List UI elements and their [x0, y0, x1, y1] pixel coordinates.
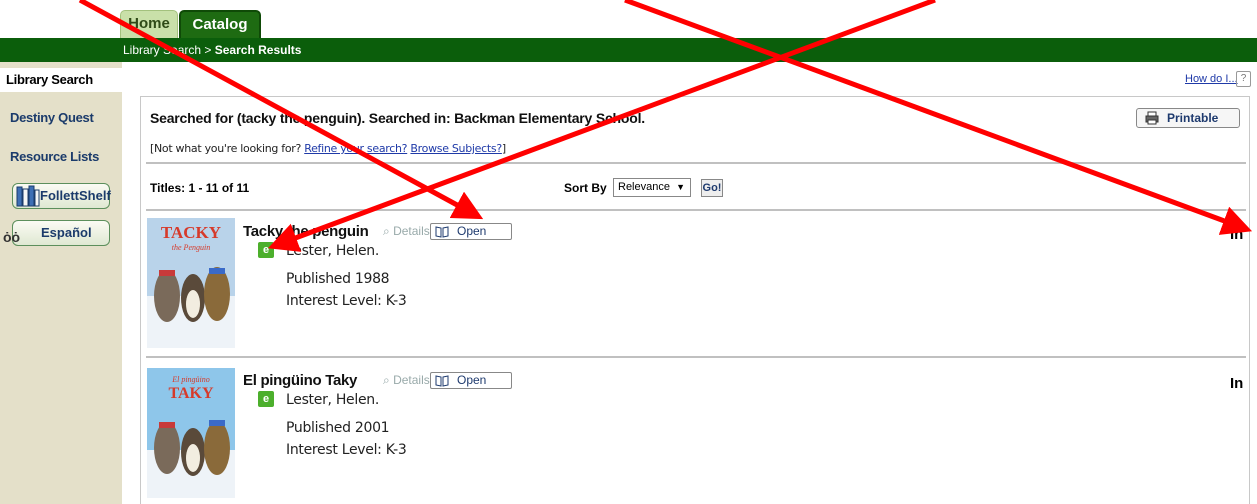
espanol-label: Español: [41, 225, 92, 240]
open-book-icon: [435, 375, 449, 387]
printer-icon: [1145, 111, 1159, 125]
published-date: Published 2001: [286, 420, 390, 436]
ebook-icon: e: [258, 242, 274, 258]
details-button[interactable]: ⌕ Details: [383, 223, 430, 240]
magnifier-icon: ⌕: [383, 224, 390, 238]
follettshelf-button[interactable]: FollettShelf: [12, 183, 111, 209]
magnifier-icon: ⌕: [383, 373, 390, 387]
author: Lester, Helen.: [286, 392, 379, 408]
dropdown-arrow-icon: ▼: [676, 182, 685, 192]
book-cover-image[interactable]: TACKY the Penguin: [147, 218, 235, 348]
tab-home[interactable]: Home: [120, 10, 178, 38]
glasses-icon: ȯȯ: [3, 229, 21, 245]
divider: [146, 209, 1246, 211]
refine-hint-close: ]: [501, 142, 506, 155]
book-title-link[interactable]: Tacky the penguin: [243, 223, 369, 240]
author: Lester, Helen.: [286, 243, 379, 259]
sidebar-item-destiny-quest[interactable]: Destiny Quest: [0, 110, 122, 125]
espanol-button[interactable]: ȯȯ Español: [3, 220, 110, 246]
details-button[interactable]: ⌕ Details: [383, 372, 430, 389]
book-title-link[interactable]: El pingüino Taky: [243, 372, 357, 389]
cover-subtitle: the Penguin: [172, 243, 210, 252]
sidebar: Library Search Destiny Quest Resource Li…: [0, 62, 124, 504]
availability-status: In: [1230, 375, 1244, 392]
details-label: Details: [393, 224, 430, 238]
tab-catalog[interactable]: Catalog: [179, 10, 261, 38]
cover-title: TACKY: [161, 223, 221, 242]
breadcrumb: Library Search > Search Results: [123, 43, 301, 57]
search-heading: Searched for (tacky the penguin). Search…: [150, 110, 645, 126]
breadcrumb-library-search[interactable]: Library Search: [123, 43, 201, 57]
details-label: Details: [393, 373, 430, 387]
sort-by-label: Sort By: [564, 181, 607, 195]
interest-level: Interest Level: K-3: [286, 442, 407, 458]
breadcrumb-separator: >: [204, 43, 212, 57]
book-cover-image[interactable]: El pingüino TAKY: [147, 368, 235, 498]
printable-button[interactable]: Printable: [1136, 108, 1240, 128]
open-button[interactable]: Open: [430, 372, 512, 389]
refine-hint: [Not what you're looking for? Refine you…: [150, 142, 506, 155]
open-book-icon: [435, 226, 449, 238]
browse-subjects-link[interactable]: Browse Subjects?: [410, 142, 502, 155]
interest-level: Interest Level: K-3: [286, 293, 407, 309]
follettshelf-label: FollettShelf: [40, 188, 111, 203]
divider: [146, 356, 1246, 358]
availability-status: In: [1230, 226, 1244, 243]
divider: [146, 162, 1246, 164]
bookshelf-icon: [16, 185, 40, 207]
go-button[interactable]: Go!: [701, 179, 723, 197]
how-do-i-link[interactable]: How do I...: [1185, 73, 1238, 85]
sidebar-item-resource-lists[interactable]: Resource Lists: [0, 149, 122, 164]
published-date: Published 1988: [286, 271, 390, 287]
open-button[interactable]: Open: [430, 223, 512, 240]
open-label: Open: [457, 224, 487, 238]
cover-subtitle: El pingüino: [171, 375, 210, 384]
cover-title: TAKY: [168, 385, 213, 402]
titles-count: Titles: 1 - 11 of 11: [150, 181, 250, 195]
printable-label: Printable: [1167, 111, 1219, 125]
sort-select[interactable]: Relevance ▼: [613, 178, 691, 197]
refine-hint-text: [Not what you're looking for?: [150, 142, 302, 155]
sort-select-value: Relevance: [618, 181, 670, 193]
breadcrumb-current: Search Results: [214, 43, 302, 57]
help-icon[interactable]: ?: [1236, 71, 1251, 87]
open-label: Open: [457, 373, 487, 387]
sidebar-item-library-search[interactable]: Library Search: [0, 68, 124, 92]
ebook-icon: e: [258, 391, 274, 407]
refine-search-link[interactable]: Refine your search?: [304, 142, 407, 155]
